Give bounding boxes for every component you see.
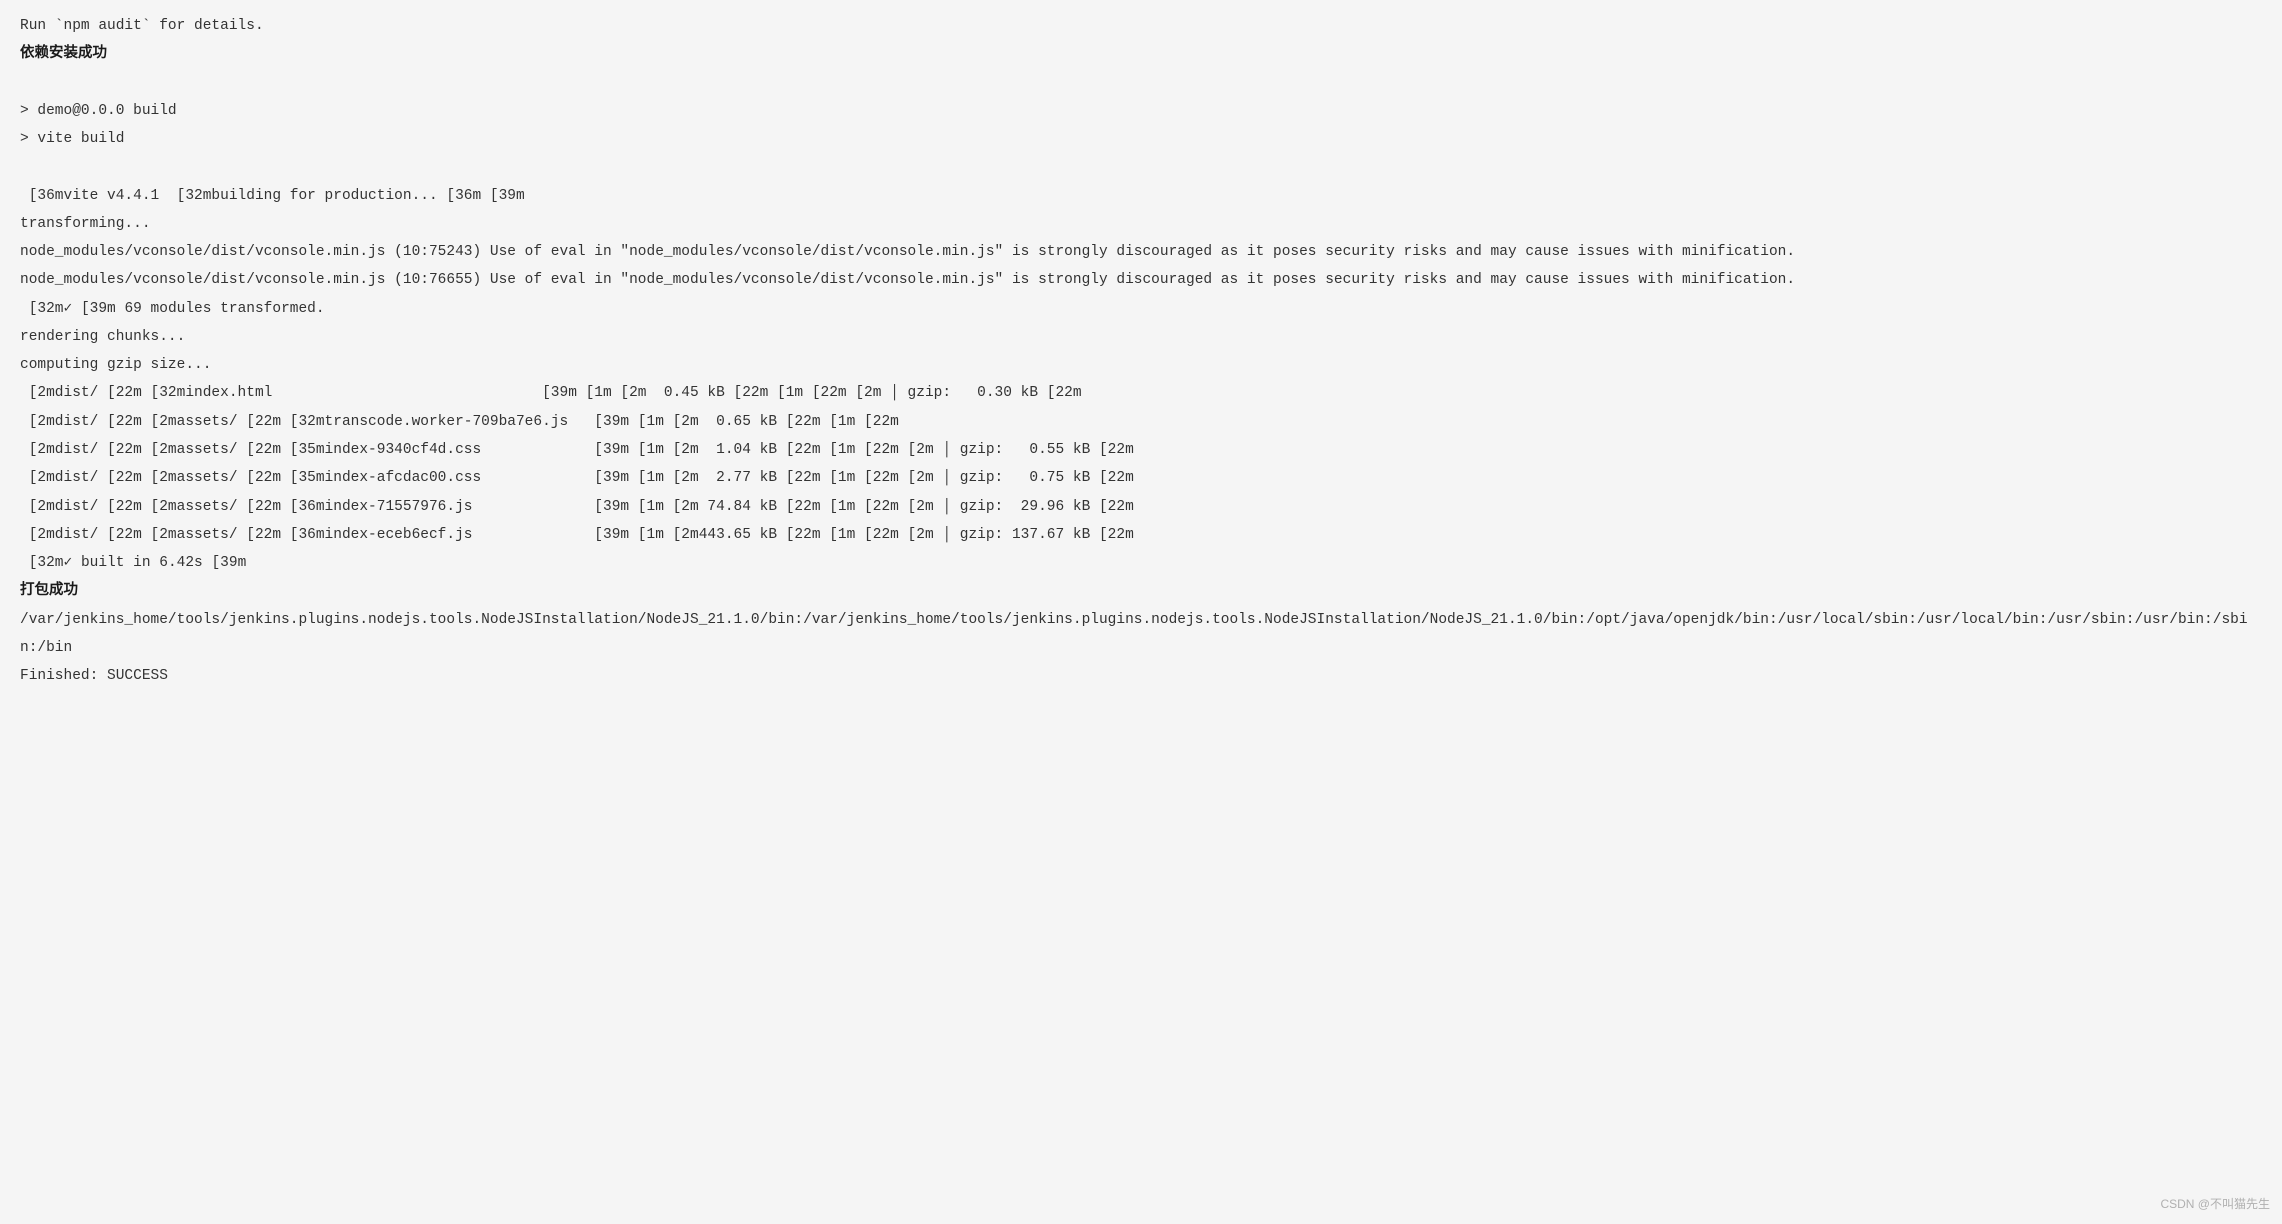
console-line: Run `npm audit` for details. bbox=[20, 12, 2262, 40]
console-line: [32m✓ [39m 69 modules transformed. bbox=[20, 295, 2262, 323]
console-line: [32m✓ built in 6.42s [39m bbox=[20, 549, 2262, 577]
watermark: CSDN @不叫猫先生 bbox=[2160, 1193, 2270, 1216]
console-line: node_modules/vconsole/dist/vconsole.min.… bbox=[20, 238, 2262, 266]
console-line: [2mdist/ [22m [2massets/ [22m [36mindex-… bbox=[20, 493, 2262, 521]
console-line: 打包成功 bbox=[20, 577, 2262, 605]
console-line: [2mdist/ [22m [2massets/ [22m [35mindex-… bbox=[20, 436, 2262, 464]
console-line: [2mdist/ [22m [2massets/ [22m [36mindex-… bbox=[20, 521, 2262, 549]
console-output: Run `npm audit` for details.依赖安装成功 > dem… bbox=[20, 12, 2262, 690]
console-line: > vite build bbox=[20, 125, 2262, 153]
console-line: 依赖安装成功 bbox=[20, 40, 2262, 68]
console-line: computing gzip size... bbox=[20, 351, 2262, 379]
console-line: [36mvite v4.4.1 [32mbuilding for product… bbox=[20, 182, 2262, 210]
console-line: transforming... bbox=[20, 210, 2262, 238]
console-line: [2mdist/ [22m [2massets/ [22m [35mindex-… bbox=[20, 464, 2262, 492]
console-line: rendering chunks... bbox=[20, 323, 2262, 351]
console-line: > demo@0.0.0 build bbox=[20, 97, 2262, 125]
console-line: Finished: SUCCESS bbox=[20, 662, 2262, 690]
console-line bbox=[20, 69, 2262, 97]
console-line: /var/jenkins_home/tools/jenkins.plugins.… bbox=[20, 606, 2262, 663]
console-line: [2mdist/ [22m [2massets/ [22m [32mtransc… bbox=[20, 408, 2262, 436]
console-line bbox=[20, 153, 2262, 181]
console-line: node_modules/vconsole/dist/vconsole.min.… bbox=[20, 266, 2262, 294]
console-line: [2mdist/ [22m [32mindex.html [39m [1m [2… bbox=[20, 379, 2262, 407]
